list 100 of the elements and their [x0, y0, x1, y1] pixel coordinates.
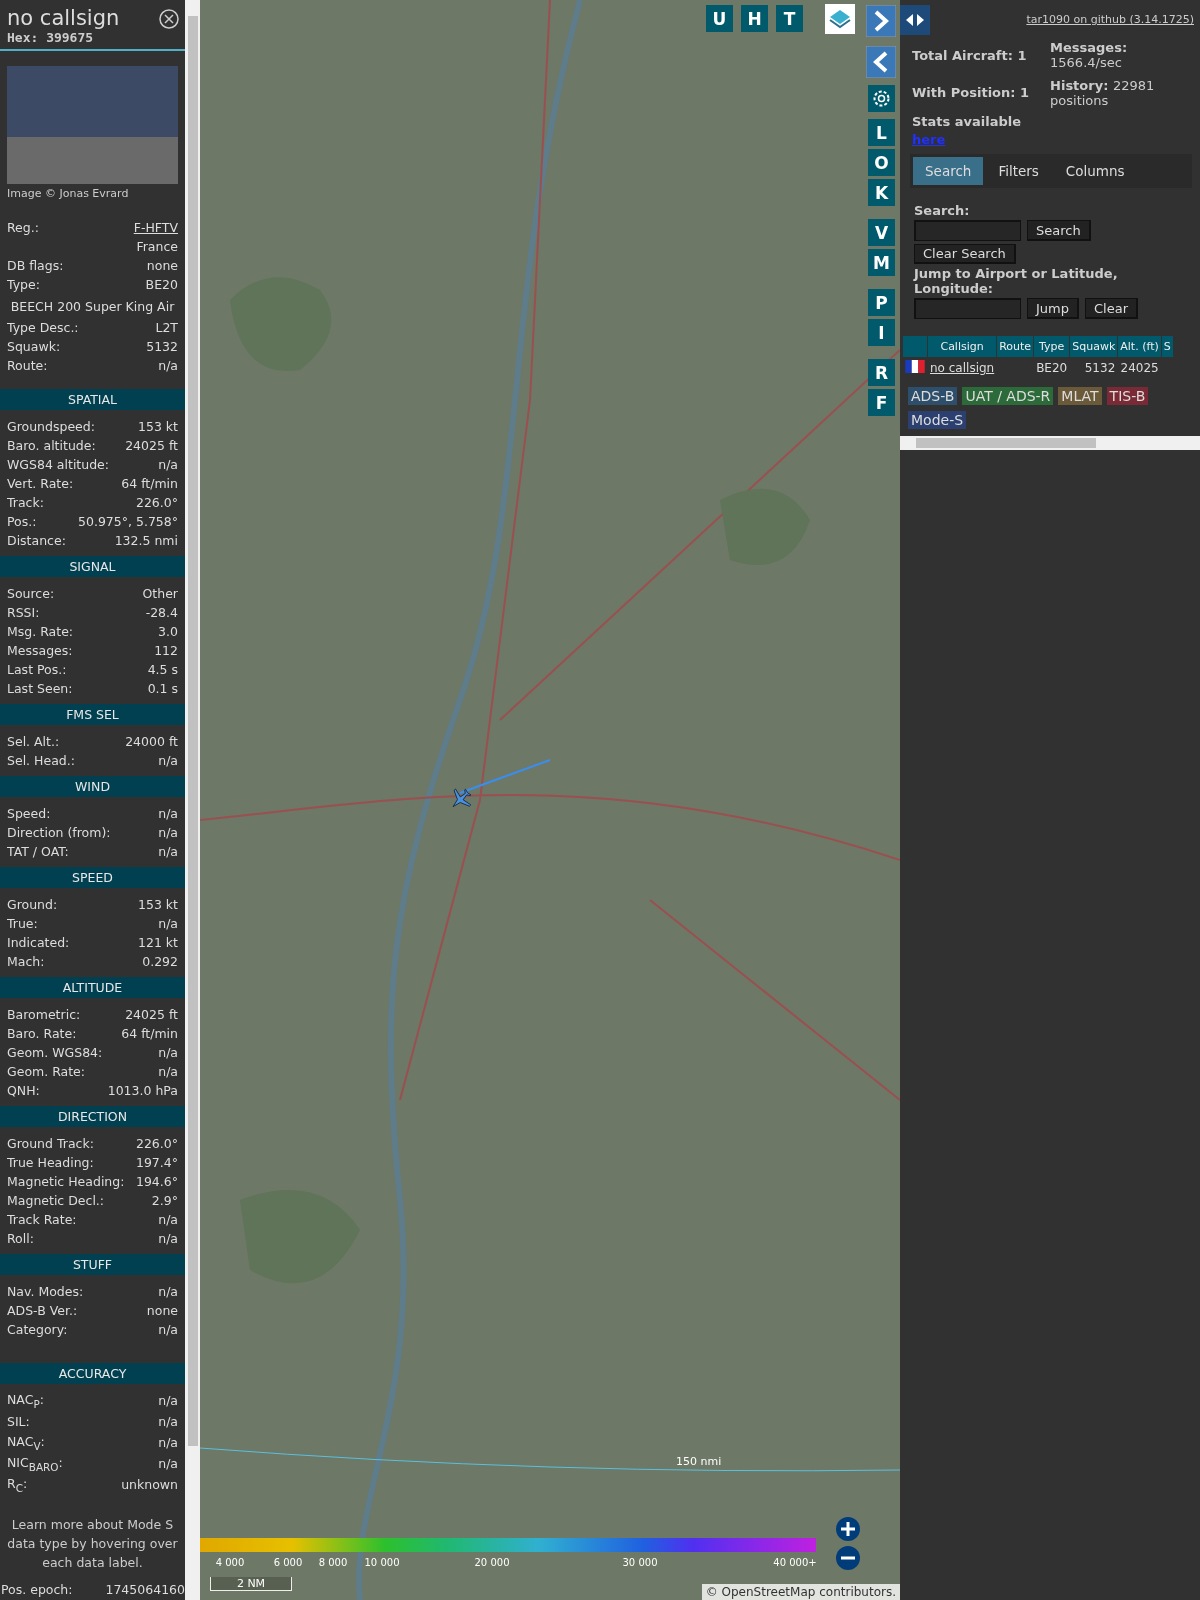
stat-text: With Position: 1 — [912, 85, 1031, 100]
field-label: Direction (from): — [7, 825, 111, 840]
registration-link[interactable]: F-HFTV — [133, 220, 178, 235]
zoom-out-icon[interactable] — [836, 1546, 860, 1570]
collapse-toggle-icon[interactable] — [900, 5, 930, 35]
jump-button[interactable]: Jump — [1027, 298, 1079, 319]
field-label: Indicated: — [7, 935, 70, 950]
field-label: Baro. altitude: — [7, 438, 96, 453]
layers-icon[interactable] — [825, 4, 855, 34]
field-label: Route: — [7, 358, 48, 373]
zoom-in-icon[interactable] — [836, 1517, 860, 1541]
map-toggle-button[interactable]: I — [868, 319, 895, 346]
column-header[interactable]: S — [1161, 336, 1173, 357]
legend-label: 6 000 — [273, 1557, 303, 1568]
callsign-link[interactable]: no callsign — [930, 361, 995, 375]
column-header[interactable]: Route — [997, 336, 1034, 357]
column-header[interactable]: Type — [1034, 336, 1070, 357]
field-label: Type: — [7, 277, 40, 292]
field-value: 64 ft/min — [121, 1026, 178, 1041]
map-toggle-button[interactable]: R — [868, 359, 895, 386]
map-toggle-button[interactable]: T — [776, 5, 803, 32]
stat-text: Messages: 1566.4/sec — [1050, 40, 1129, 70]
close-icon[interactable] — [159, 9, 179, 29]
field-value: none — [146, 1303, 178, 1318]
github-link[interactable]: tar1090 on github (3.14.1725) — [1026, 13, 1194, 26]
legend-label: 30 000 — [622, 1557, 658, 1568]
field-label: Geom. Rate: — [7, 1064, 86, 1079]
aircraft-callsign: no callsign — [7, 6, 120, 30]
field-label: Sel. Alt.: — [7, 734, 60, 749]
settings-icon[interactable] — [868, 85, 895, 112]
search-field[interactable] — [914, 220, 1021, 241]
field-value: 132.5 nmi — [114, 533, 178, 548]
field-value: 1745064160 — [105, 1582, 185, 1597]
scrollbar-thumb[interactable] — [187, 16, 198, 1446]
section-header: FMS SEL — [0, 704, 185, 725]
field-value: 0.292 — [142, 954, 178, 969]
field-value: n/a — [158, 753, 178, 768]
clear-button[interactable]: Clear — [1085, 298, 1138, 319]
field-label: Nav. Modes: — [7, 1284, 84, 1299]
field-value: 24025 ft — [125, 438, 178, 453]
field-label: Last Seen: — [7, 681, 73, 696]
field-value: n/a — [158, 916, 178, 931]
chevron-right-icon[interactable] — [866, 5, 896, 37]
field-label: Ground: — [7, 897, 58, 912]
field-value: n/a — [158, 1393, 178, 1408]
field-label: TAT / OAT: — [7, 844, 69, 859]
field-label: Roll: — [7, 1231, 34, 1246]
field-value: 194.6° — [135, 1174, 178, 1189]
field-value: n/a — [158, 1435, 178, 1450]
chevron-left-icon[interactable] — [866, 46, 896, 78]
map-toggle-button[interactable]: H — [741, 5, 768, 32]
field-value: 153 kt — [138, 897, 178, 912]
field-label: Speed: — [7, 806, 51, 821]
section-header: SPEED — [0, 867, 185, 888]
section-header: ACCURACY — [0, 1363, 185, 1384]
column-header[interactable]: Alt. (ft) — [1118, 336, 1161, 357]
map-toggle-button[interactable]: F — [868, 389, 895, 416]
panel-tab[interactable]: Search — [913, 157, 984, 185]
jump-label: Jump to Airport or Latitude, Longitude: — [914, 266, 1119, 296]
field-label: Magnetic Decl.: — [7, 1193, 105, 1208]
map-toggle-button[interactable]: M — [868, 249, 895, 276]
field-label: QNH: — [7, 1083, 40, 1098]
map-toggle-button[interactable]: L — [868, 119, 895, 146]
field-value: n/a — [158, 825, 178, 840]
section-header: ALTITUDE — [0, 977, 185, 998]
openstreetmap-link[interactable]: OpenStreetMap — [721, 1585, 816, 1599]
field-value: n/a — [158, 358, 178, 373]
field-value: L2T — [155, 320, 178, 335]
clear-search-button[interactable]: Clear Search — [914, 244, 1016, 264]
aircraft-type-name: BEECH 200 Super King Air — [10, 298, 175, 314]
column-header[interactable]: Callsign — [928, 336, 997, 357]
column-header[interactable]: Squawk — [1070, 336, 1118, 357]
field-label: NAC$_{P}$: — [7, 1391, 44, 1410]
map-toggle-button[interactable]: P — [868, 289, 895, 316]
field-label: RSSI: — [7, 605, 40, 620]
field-value: 226.0° — [135, 1136, 178, 1151]
field-label: Reg.: — [7, 220, 39, 235]
search-button[interactable]: Search — [1027, 220, 1091, 241]
field-value: 24000 ft — [125, 734, 178, 749]
field-label: Mach: — [7, 954, 45, 969]
map-attribution: © OpenStreetMap contributors. — [701, 1584, 900, 1600]
table-header — [903, 336, 927, 357]
field-value: 121 kt — [138, 935, 178, 950]
field-label: Pos.: — [7, 514, 37, 529]
map-toggle-button[interactable]: K — [868, 179, 895, 206]
map-toggle-button[interactable]: U — [706, 5, 733, 32]
map-toggle-button[interactable]: V — [868, 219, 895, 246]
map-toggle-button[interactable]: O — [868, 149, 895, 176]
field-value: -28.4 — [145, 605, 178, 620]
horizontal-scrollbar[interactable] — [900, 436, 1200, 450]
legend-label: 40 000+ — [773, 1557, 817, 1568]
field-label: Distance: — [7, 533, 66, 548]
field-label: Geom. WGS84: — [7, 1045, 103, 1060]
field-value: 2.9° — [151, 1193, 178, 1208]
jump-field[interactable] — [914, 298, 1021, 319]
field-value: 226.0° — [135, 495, 178, 510]
photo-credit: Image © Jonas Evrard — [7, 187, 130, 200]
field-label: Last Pos.: — [7, 662, 67, 677]
search-label: Search: — [914, 203, 971, 218]
field-label: Msg. Rate: — [7, 624, 74, 639]
